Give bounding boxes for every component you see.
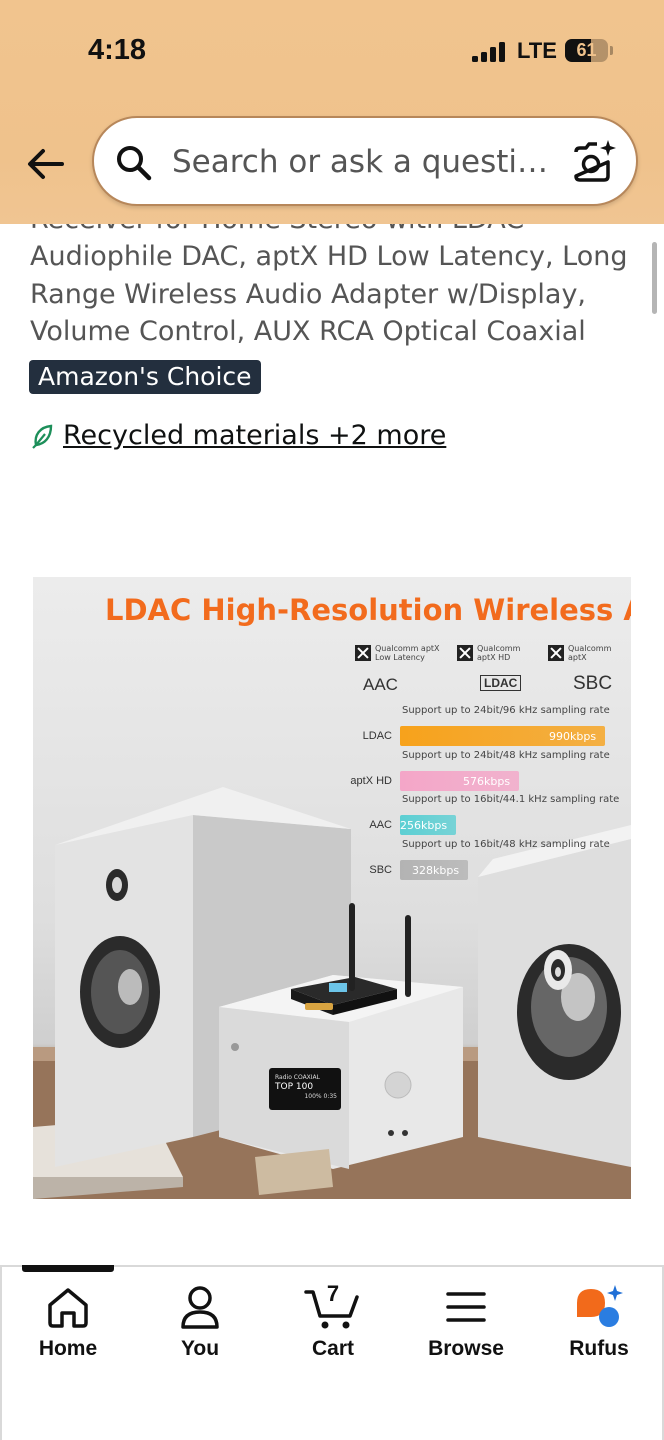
- nav-you-label: You: [180, 1337, 220, 1360]
- product-title-line: Range Wireless Audio Adapter w/Display,: [30, 278, 587, 310]
- qualcomm-x-icon: [457, 645, 473, 661]
- camera-icon[interactable]: [570, 138, 618, 186]
- nav-cart-label: Cart: [311, 1337, 354, 1360]
- codec-label: AAC: [369, 819, 392, 831]
- codec-label: aptX HD: [350, 775, 392, 787]
- codec-bitrate-value: 256kbps: [400, 819, 448, 832]
- nav-rufus[interactable]: Rufus: [544, 1283, 654, 1361]
- nav-you[interactable]: You: [145, 1283, 255, 1361]
- product-photo-illustration: [33, 787, 631, 1199]
- codec-bitrate-value: 576kbps: [463, 775, 511, 788]
- person-icon: [181, 1286, 219, 1329]
- nav-home[interactable]: Home: [13, 1283, 123, 1361]
- codec-bitrate-value: 328kbps: [412, 864, 460, 877]
- codec-caption: Support up to 24bit/48 kHz sampling rate: [402, 750, 610, 761]
- screen: Receiver for Home Stereo with LDAC Audio…: [0, 0, 664, 1440]
- cart-count: 7: [326, 1281, 340, 1306]
- leaf-icon: [32, 424, 53, 449]
- battery-icon: 61: [565, 39, 608, 62]
- image-headline: LDAC High-Resolution Wireless Audio: [105, 593, 631, 627]
- codec-bitrate-value: 990kbps: [549, 730, 597, 743]
- codec-caption: Support up to 16bit/48 kHz sampling rate: [402, 839, 610, 850]
- ldac-logo: LDAC: [480, 675, 522, 691]
- nav-browse-label: Browse: [428, 1337, 504, 1360]
- nav-active-indicator: [22, 1265, 114, 1272]
- product-title-line: Audiophile DAC, aptX HD Low Latency, Lon…: [30, 241, 628, 272]
- codec-label: SBC: [369, 864, 392, 876]
- signal-icon: [472, 42, 508, 62]
- nav-cart[interactable]: 7 Cart: [278, 1281, 388, 1361]
- search-icon: [117, 146, 152, 181]
- device-display: Radio COAXIAL TOP 100 100% 0:35: [275, 1074, 337, 1101]
- aac-logo: AAC: [363, 675, 398, 694]
- sustainability-link-label: Recycled materials +2 more: [63, 420, 447, 451]
- qualcomm-x-icon: [355, 645, 371, 661]
- sustainability-link[interactable]: Recycled materials +2 more: [32, 420, 446, 451]
- nav-browse[interactable]: Browse: [411, 1283, 521, 1361]
- bottom-nav: Home You 7 Cart Browse Rufus: [0, 1265, 664, 1440]
- codec-caption: Support up to 16bit/44.1 kHz sampling ra…: [402, 794, 620, 805]
- codec-caption: Support up to 24bit/96 kHz sampling rate: [402, 705, 610, 716]
- menu-icon: [446, 1292, 486, 1322]
- qualcomm-aptx-logo: Qualcomm aptX: [548, 644, 611, 662]
- device-display-line: Radio COAXIAL: [275, 1074, 321, 1081]
- home-icon: [48, 1288, 88, 1328]
- amazons-choice-badge: Amazon's Choice: [29, 360, 261, 394]
- product-title: Audiophile DAC, aptX HD Low Latency, Lon…: [30, 238, 630, 351]
- codec-label: LDAC: [362, 730, 392, 742]
- battery-tip: [610, 46, 613, 55]
- status-time: 4:18: [88, 34, 147, 66]
- product-title-line: Volume Control, AUX RCA Optical Coaxial: [30, 316, 586, 347]
- scrollbar[interactable]: [652, 242, 657, 314]
- qualcomm-aptx-ll-logo: Qualcomm aptX Low Latency: [355, 644, 440, 662]
- qualcomm-aptx-hd-logo: Qualcomm aptX HD: [457, 644, 520, 662]
- nav-home-label: Home: [38, 1337, 98, 1360]
- network-type: LTE: [517, 38, 557, 63]
- sbc-logo: SBC: [573, 673, 613, 694]
- search-bar[interactable]: [92, 116, 638, 206]
- app-header: 4:18 LTE 61: [0, 0, 664, 224]
- rufus-icon: [577, 1285, 623, 1327]
- nav-rufus-label: Rufus: [569, 1337, 629, 1360]
- battery-percent: 61: [576, 40, 597, 60]
- qualcomm-x-icon: [548, 645, 564, 661]
- search-input[interactable]: [172, 140, 552, 184]
- device-display-line: TOP 100: [275, 1082, 314, 1092]
- back-arrow-icon[interactable]: [22, 140, 70, 188]
- product-image[interactable]: LDAC High-Resolution Wireless Audio Qual…: [33, 577, 631, 1199]
- device-display-line: 100% 0:35: [304, 1093, 337, 1100]
